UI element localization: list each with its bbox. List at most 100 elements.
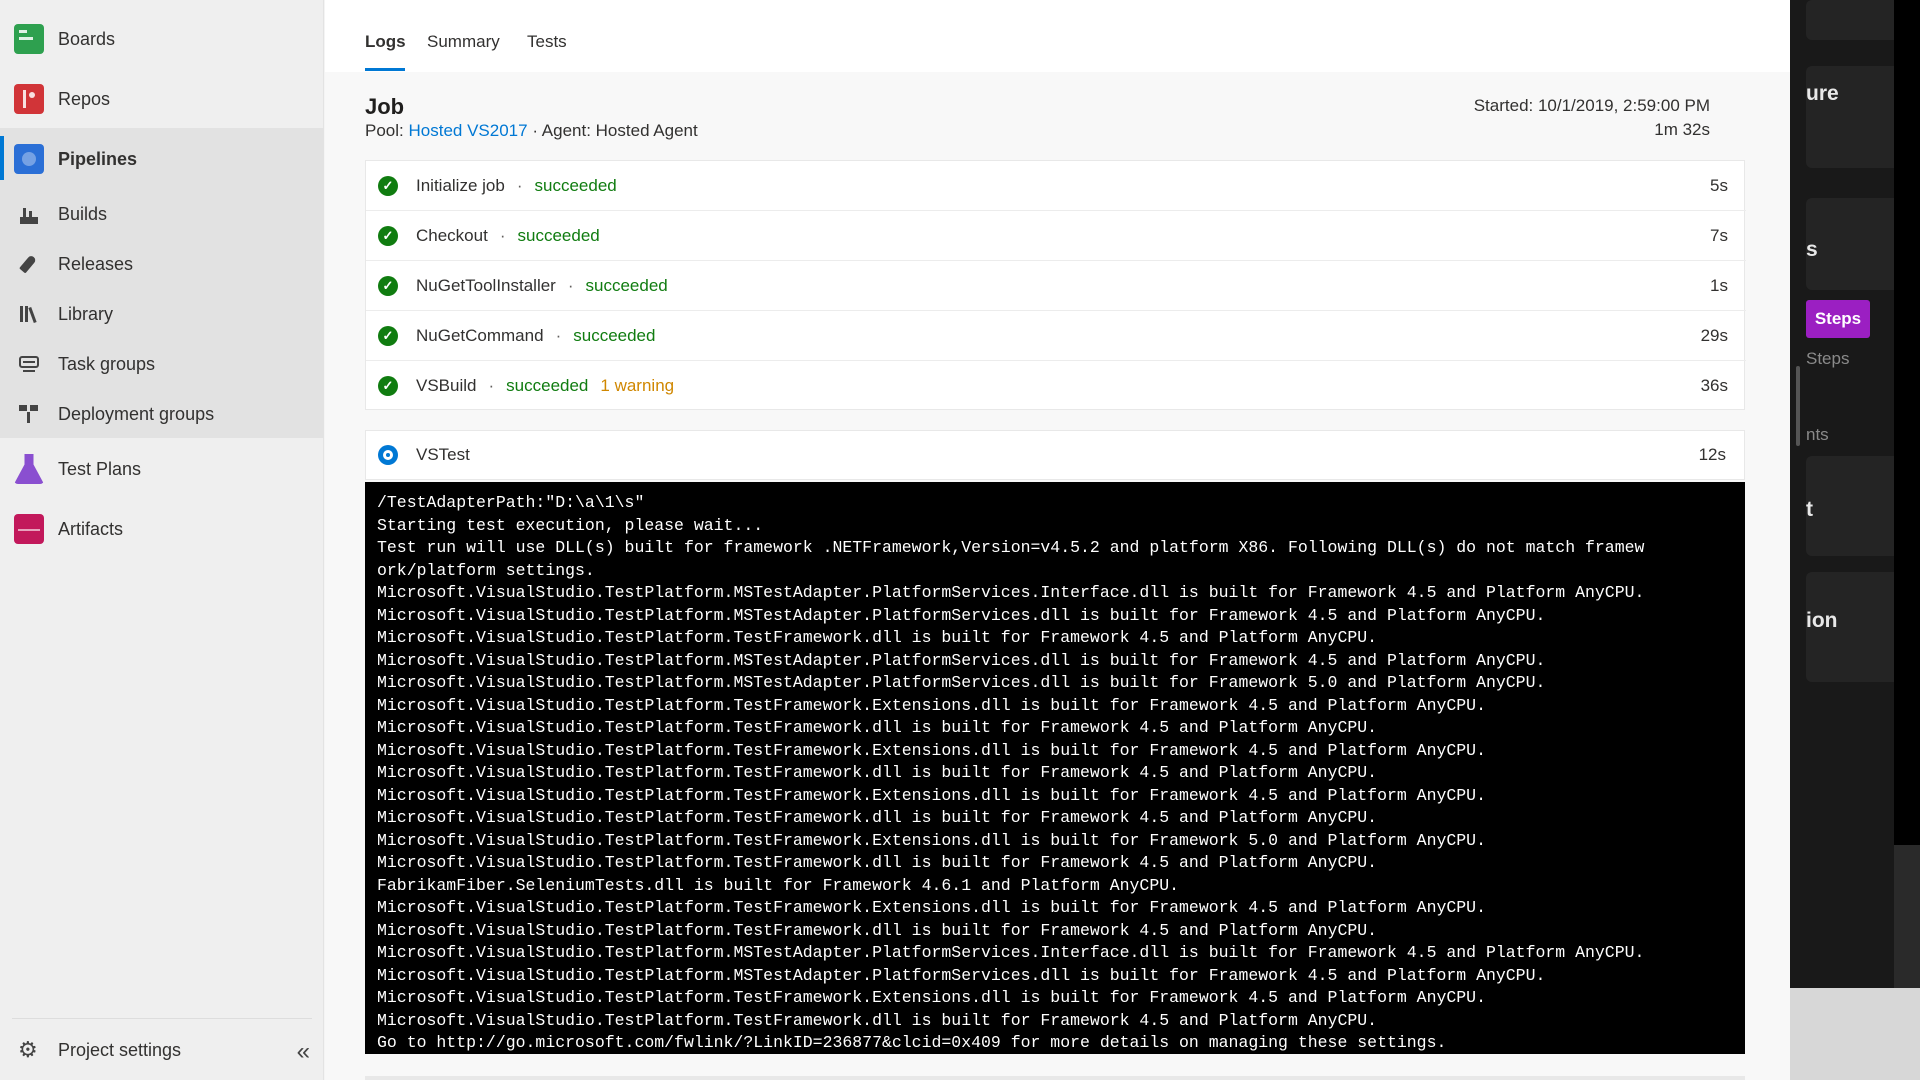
overlay-text: ion — [1806, 609, 1838, 632]
overlay-steps-label: Steps — [1806, 349, 1850, 368]
log-line: Microsoft.VisualStudio.TestPlatform.Test… — [377, 695, 1486, 715]
nav-builds[interactable]: Builds — [0, 197, 324, 231]
overlay-card[interactable] — [1806, 198, 1904, 290]
test-plans-icon — [14, 454, 44, 484]
step-separator: · — [488, 376, 495, 395]
job-duration: 1m 32s — [1654, 120, 1710, 139]
success-check-icon: ✓ — [378, 275, 398, 296]
log-line: Microsoft.VisualStudio.TestPlatform.MSTe… — [377, 605, 1546, 625]
success-check-icon: ✓ — [378, 175, 398, 196]
nav-repos[interactable]: Repos — [0, 81, 324, 117]
step-status: succeeded — [517, 225, 600, 245]
step-name: NuGetToolInstaller — [416, 275, 556, 295]
nav-library[interactable]: Library — [0, 297, 324, 331]
overlay-text: s — [1806, 238, 1818, 261]
overlay-scrollbar[interactable] — [1796, 366, 1800, 446]
step-status: succeeded — [534, 175, 617, 195]
log-line: Microsoft.VisualStudio.TestPlatform.MSTe… — [377, 943, 1645, 962]
overlay-edge — [1894, 845, 1920, 988]
step-warning[interactable]: 1 warning — [600, 376, 674, 396]
job-meta: Pool: Hosted VS2017 · Agent: Hosted Agen… — [365, 121, 698, 141]
meta-separator: · — [532, 121, 538, 140]
running-icon — [378, 445, 398, 465]
log-line: Microsoft.VisualStudio.TestPlatform.Test… — [377, 808, 1378, 827]
nav-task-groups[interactable]: Task groups — [0, 347, 324, 381]
log-line: Microsoft.VisualStudio.TestPlatform.MSTe… — [377, 965, 1546, 985]
nav-deployment-groups-label: Deployment groups — [58, 403, 215, 424]
step-row[interactable]: ✓ Checkout · succeeded 7s — [366, 211, 1746, 261]
log-line: Microsoft.VisualStudio.TestPlatform.MSTe… — [377, 583, 1645, 602]
step-row[interactable]: ✓ NuGetCommand · succeeded 29s — [366, 311, 1746, 361]
nav-artifacts[interactable]: Artifacts — [0, 511, 324, 547]
step-separator: · — [516, 175, 523, 195]
overlay-text: ure — [1806, 82, 1839, 105]
tab-logs[interactable]: Logs — [365, 32, 406, 52]
steps-button[interactable]: Steps — [1806, 300, 1870, 338]
step-duration: 36s — [1700, 376, 1728, 395]
log-line: Microsoft.VisualStudio.TestPlatform.Test… — [377, 785, 1486, 805]
log-line: Microsoft.VisualStudio.TestPlatform.Test… — [377, 853, 1378, 872]
nav-boards-label: Boards — [58, 28, 116, 49]
nav-library-label: Library — [58, 303, 114, 324]
sidebar: Boards Repos Pipelines Builds Releases L… — [0, 0, 324, 1080]
running-step-name: VSTest — [416, 445, 470, 464]
nav-pipelines[interactable]: Pipelines — [0, 141, 324, 177]
overlay-panel: ure s Steps Steps nts t ion — [1790, 0, 1920, 1080]
step-row[interactable]: ✓ VSBuild · succeeded 1 warning 36s — [366, 361, 1746, 411]
step-status: succeeded — [506, 376, 589, 395]
log-line: Microsoft.VisualStudio.TestPlatform.MSTe… — [377, 650, 1546, 670]
builds-icon — [18, 203, 40, 225]
overlay-card — [1806, 0, 1904, 40]
project-settings[interactable]: ⚙ Project settings « — [0, 1030, 324, 1070]
pipelines-icon — [14, 144, 44, 174]
overlay-edge — [1894, 0, 1920, 845]
log-line: Microsoft.VisualStudio.TestPlatform.Test… — [377, 763, 1378, 782]
steps-list: ✓ Initialize job · succeeded 5s ✓ Checko… — [365, 160, 1746, 411]
nav-deployment-groups[interactable]: Deployment groups — [0, 397, 324, 431]
step-name: VSBuild — [416, 376, 477, 395]
log-line: Microsoft.VisualStudio.TestPlatform.Test… — [377, 920, 1378, 940]
gear-icon: ⚙ — [18, 1037, 38, 1062]
tab-bar: Logs Summary Tests — [325, 0, 1790, 72]
tab-tests[interactable]: Tests — [527, 32, 567, 52]
artifacts-icon — [14, 514, 44, 544]
step-row[interactable]: ✓ NuGetToolInstaller · succeeded 1s — [366, 261, 1746, 311]
agent-name: Agent: Hosted Agent — [541, 121, 698, 140]
step-separator: · — [555, 325, 562, 345]
log-line: Microsoft.VisualStudio.TestPlatform.Test… — [377, 718, 1378, 737]
step-name: NuGetCommand — [416, 325, 544, 345]
main-content: Logs Summary Tests Job Pool: Hosted VS20… — [325, 0, 1790, 1080]
releases-icon — [18, 253, 40, 275]
library-icon — [18, 303, 40, 325]
overlay-footer — [1790, 988, 1920, 1080]
success-check-icon: ✓ — [378, 376, 398, 396]
running-step-duration: 12s — [1698, 445, 1726, 464]
nav-releases[interactable]: Releases — [0, 247, 324, 281]
nav-test-plans-label: Test Plans — [58, 458, 142, 479]
log-line: /TestAdapterPath:"D:\a\1\s" — [377, 493, 645, 512]
nav-test-plans[interactable]: Test Plans — [0, 451, 324, 487]
step-separator: · — [499, 225, 506, 245]
log-console[interactable]: /TestAdapterPath:"D:\a\1\s" Starting tes… — [365, 482, 1745, 1054]
step-row[interactable]: ✓ Initialize job · succeeded 5s — [366, 161, 1746, 211]
job-started: Started: 10/1/2019, 2:59:00 PM — [1473, 96, 1710, 115]
log-line: Microsoft.VisualStudio.TestPlatform.Test… — [377, 988, 1486, 1007]
pool-link[interactable]: Hosted VS2017 — [408, 121, 527, 140]
next-section-edge — [365, 1076, 1745, 1080]
deployment-groups-icon — [18, 403, 40, 425]
log-line: ork/platform settings. — [377, 560, 595, 580]
nav-boards[interactable]: Boards — [0, 21, 324, 57]
step-duration: 7s — [1710, 225, 1728, 245]
log-line: Microsoft.VisualStudio.TestPlatform.Test… — [377, 1010, 1378, 1030]
overlay-text: t — [1806, 498, 1813, 521]
collapse-sidebar-icon[interactable]: « — [297, 1038, 311, 1066]
log-line: Go to http://go.microsoft.com/fwlink/?Li… — [377, 1033, 1447, 1052]
log-line: Microsoft.VisualStudio.TestPlatform.MSTe… — [377, 673, 1546, 692]
pool-prefix: Pool: — [365, 121, 404, 140]
nav-repos-label: Repos — [58, 88, 111, 109]
nav-artifacts-label: Artifacts — [58, 518, 124, 539]
step-separator: · — [567, 275, 574, 295]
running-step-row[interactable]: VSTest 12s — [365, 430, 1745, 480]
overlay-card[interactable] — [1806, 456, 1904, 556]
tab-summary[interactable]: Summary — [427, 32, 500, 52]
